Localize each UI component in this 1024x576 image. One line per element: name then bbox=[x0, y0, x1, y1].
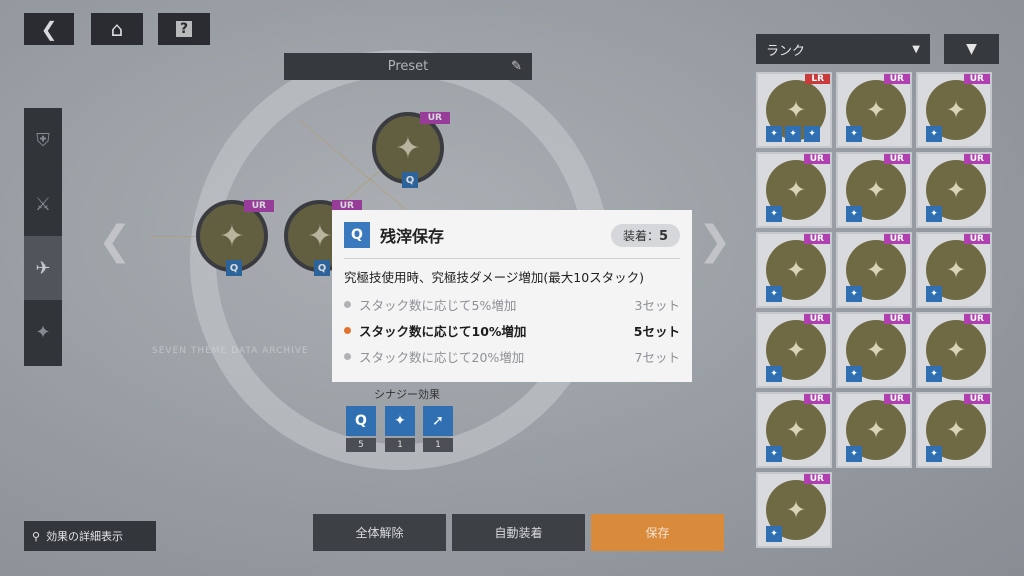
auto-equip-button[interactable]: 自動装着 bbox=[452, 514, 585, 551]
tier-dot bbox=[344, 327, 351, 334]
tier-row: スタック数に応じて10%増加 5セット bbox=[344, 321, 680, 340]
inventory-chip-card[interactable]: ✦ UR ✦ bbox=[836, 392, 912, 468]
skill-type-icon: ✦ bbox=[846, 366, 862, 382]
rank-badge: UR bbox=[883, 154, 910, 164]
inventory-chip-card[interactable]: ✦ UR ✦ bbox=[916, 152, 992, 228]
equip-value: 5 bbox=[658, 228, 668, 244]
rank-badge: LR bbox=[805, 74, 830, 84]
skill-type-icon: ✦ bbox=[926, 126, 942, 142]
skill-type-icon: ✦ bbox=[766, 286, 782, 302]
synergy-count: 1 bbox=[385, 438, 415, 452]
tier-text: スタック数に応じて20%増加 bbox=[359, 350, 525, 365]
synergy-title: シナジー効果 bbox=[374, 388, 440, 401]
rank-badge: UR bbox=[803, 474, 830, 484]
synergy-count: 5 bbox=[346, 438, 376, 452]
tier-sets: 5セット bbox=[633, 324, 680, 339]
rank-label: ランク bbox=[766, 43, 806, 59]
inventory-chip-card[interactable]: ✦ UR ✦ bbox=[916, 232, 992, 308]
inventory-chip-card[interactable]: ✦ UR ✦ bbox=[916, 312, 992, 388]
skill-type-icon: ✦ bbox=[926, 286, 942, 302]
rank-badge: UR bbox=[963, 314, 990, 324]
popup-title: 残滓保存 bbox=[380, 227, 445, 246]
skill-type-icon: ✦ bbox=[785, 126, 801, 142]
skill-type-icon: ✦ bbox=[766, 446, 782, 462]
inventory-chip-card[interactable]: ✦ UR ✦ bbox=[836, 152, 912, 228]
tier-dot bbox=[344, 301, 351, 308]
dropdown-arrow-icon: ▼ bbox=[912, 43, 920, 55]
bird-icon: ✦ bbox=[385, 406, 415, 436]
effect-detail-label: 効果の詳細表示 bbox=[46, 530, 124, 543]
skill-type-icon: ✦ bbox=[766, 366, 782, 382]
tier-dot bbox=[344, 353, 351, 360]
search-icon: ⚲ bbox=[32, 529, 41, 543]
rank-badge: UR bbox=[803, 314, 830, 324]
skill-type-icon: ✦ bbox=[766, 206, 782, 222]
popup-description: 究極技使用時、究極技ダメージ増加(最大10スタック) bbox=[344, 270, 645, 285]
clear-all-button[interactable]: 全体解除 bbox=[313, 514, 446, 551]
rank-badge: UR bbox=[963, 394, 990, 404]
filter-icon: ▼ bbox=[966, 41, 977, 57]
inventory-chip-card[interactable]: ✦ UR ✦ bbox=[836, 72, 912, 148]
inventory-chip-card[interactable]: ✦ UR ✦ bbox=[756, 152, 832, 228]
skill-type-icon: ✦ bbox=[926, 206, 942, 222]
rank-badge: UR bbox=[963, 74, 990, 84]
synergy-item[interactable]: ➚ 1 bbox=[423, 406, 453, 454]
bow-icon: ➚ bbox=[423, 406, 453, 436]
rank-badge: UR bbox=[803, 394, 830, 404]
skill-type-icon: ✦ bbox=[766, 126, 782, 142]
tier-row: スタック数に応じて20%増加 7セット bbox=[344, 347, 680, 366]
inventory-chip-card[interactable]: ✦ UR ✦ bbox=[756, 232, 832, 308]
synergy-item[interactable]: Q 5 bbox=[346, 406, 376, 454]
inventory-chip-card[interactable]: ✦ UR ✦ bbox=[916, 392, 992, 468]
q-icon: Q bbox=[344, 222, 370, 248]
skill-type-icon: ✦ bbox=[846, 446, 862, 462]
equip-label: 装着： bbox=[622, 228, 659, 243]
skill-type-icon: ✦ bbox=[926, 446, 942, 462]
synergy-count: 1 bbox=[423, 438, 453, 452]
rank-badge: UR bbox=[803, 234, 830, 244]
inventory-chip-card[interactable]: ✦ UR ✦ bbox=[756, 472, 832, 548]
inventory-chip-card[interactable]: ✦ UR ✦ bbox=[756, 392, 832, 468]
inventory-chip-card[interactable]: ✦ UR ✦ bbox=[756, 312, 832, 388]
set-effect-popup: Q 残滓保存 装着：5 究極技使用時、究極技ダメージ増加(最大10スタック) ス… bbox=[332, 210, 692, 382]
synergy-item[interactable]: ✦ 1 bbox=[385, 406, 415, 454]
equip-count-badge: 装着：5 bbox=[610, 223, 680, 247]
inventory-chip-card[interactable]: ✦ UR ✦ bbox=[836, 232, 912, 308]
tier-row: スタック数に応じて5%増加 3セット bbox=[344, 295, 680, 314]
q-icon: Q bbox=[346, 406, 376, 436]
tier-sets: 3セット bbox=[634, 298, 680, 313]
skill-type-icon: ✦ bbox=[846, 126, 862, 142]
skill-type-icon: ✦ bbox=[766, 526, 782, 542]
rank-badge: UR bbox=[883, 394, 910, 404]
rank-badge: UR bbox=[883, 314, 910, 324]
skill-type-icon: ✦ bbox=[804, 126, 820, 142]
rank-badge: UR bbox=[963, 154, 990, 164]
filter-button[interactable]: ▼ bbox=[944, 34, 999, 64]
rank-badge: UR bbox=[883, 74, 910, 84]
inventory-chip-card[interactable]: ✦ UR ✦ bbox=[836, 312, 912, 388]
tier-text: スタック数に応じて5%増加 bbox=[359, 298, 517, 313]
rank-badge: UR bbox=[883, 234, 910, 244]
inventory-chip-card[interactable]: ✦ LR ✦ ✦ ✦ bbox=[756, 72, 832, 148]
inventory-chip-card[interactable]: ✦ UR ✦ bbox=[916, 72, 992, 148]
rank-dropdown[interactable]: ランク ▼ bbox=[756, 34, 930, 64]
rank-badge: UR bbox=[803, 154, 830, 164]
skill-type-icon: ✦ bbox=[846, 286, 862, 302]
rank-badge: UR bbox=[963, 234, 990, 244]
skill-type-icon: ✦ bbox=[926, 366, 942, 382]
skill-type-icon: ✦ bbox=[846, 206, 862, 222]
effect-detail-button[interactable]: ⚲ 効果の詳細表示 bbox=[24, 521, 156, 551]
tier-sets: 7セット bbox=[634, 350, 680, 365]
tier-text: スタック数に応じて10%増加 bbox=[359, 324, 527, 339]
save-button[interactable]: 保存 bbox=[591, 514, 724, 551]
